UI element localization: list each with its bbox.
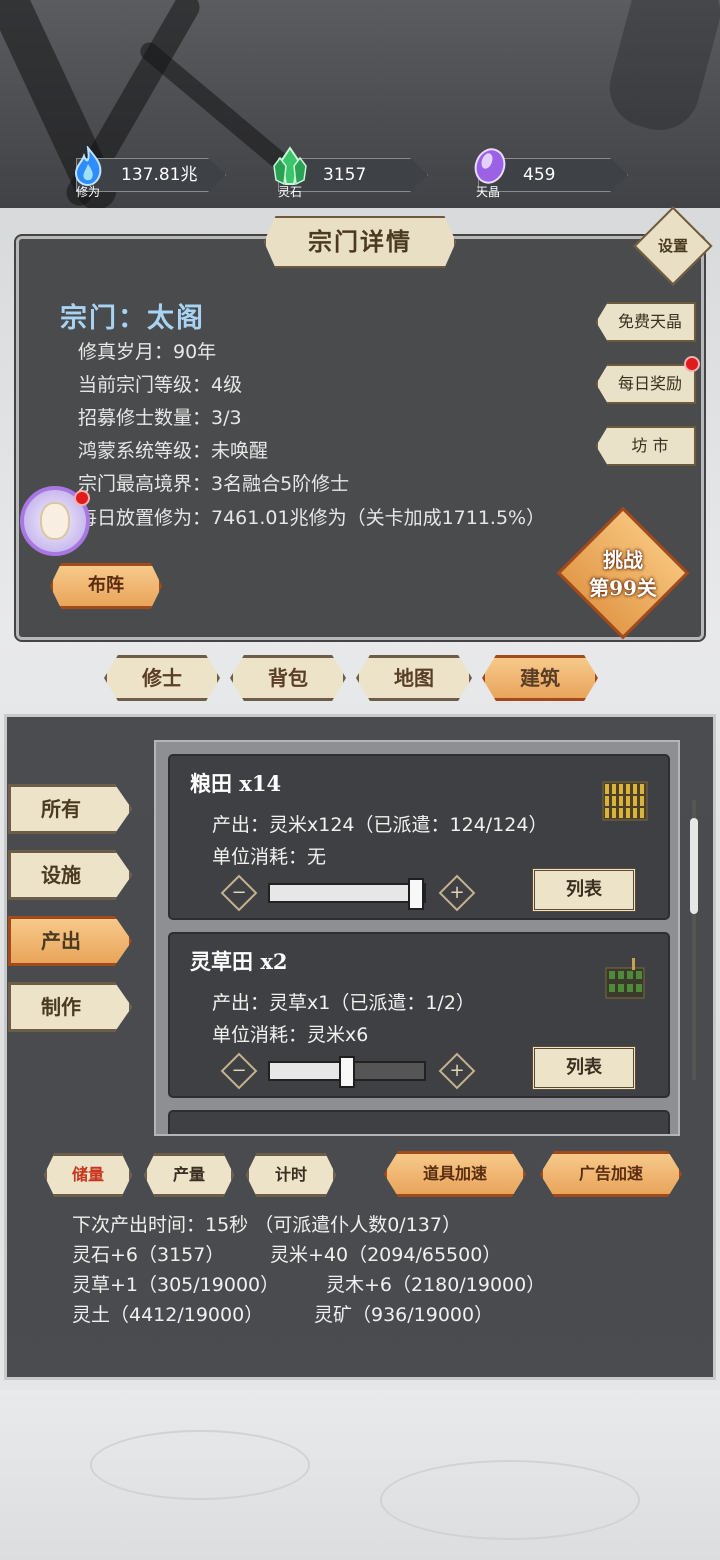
grain-field-icon (602, 781, 648, 821)
list-button[interactable]: 列表 (532, 868, 636, 912)
building-list[interactable]: 粮田 x14 产出：灵米x124（已派遣：124/124） 单位消耗：无 − +… (154, 740, 680, 1136)
slider-thumb[interactable] (339, 1056, 355, 1088)
ad-speedup-button[interactable]: 广告加速 (540, 1151, 682, 1197)
decrease-button[interactable]: − (220, 1052, 258, 1090)
increase-button[interactable]: + (438, 874, 476, 912)
building-name: 灵草田 (190, 949, 253, 974)
tab-backpack[interactable]: 背包 (230, 655, 346, 701)
settings-label: 设置 (657, 237, 688, 255)
purple-gem-icon (474, 148, 506, 184)
daily-reward-button[interactable]: 每日奖励 (596, 364, 696, 404)
building-cost: 单位消耗：灵米x6 (212, 1024, 369, 1046)
spirit-stone-caption: 灵石 (278, 185, 303, 199)
market-button[interactable]: 坊 市 (596, 426, 696, 466)
stock-spirit-rice: 灵米+40（2094/65500） (270, 1244, 502, 1266)
building-name: 粮田 (190, 771, 232, 796)
info-years: 修真岁月：90年 (78, 341, 217, 363)
info-highest-realm: 宗门最高境界：3名融合5阶修士 (78, 473, 350, 495)
background-clouds (0, 1390, 720, 1560)
category-all[interactable]: 所有 (8, 784, 132, 834)
tab-cultivators[interactable]: 修士 (104, 655, 220, 701)
cloud-decoration (90, 1430, 310, 1500)
sect-name: 宗门：太阁 (60, 303, 205, 334)
notification-dot (684, 356, 700, 372)
building-title: 粮田 x14 (190, 768, 281, 798)
blue-flame-icon (74, 146, 102, 186)
output-tab[interactable]: 产量 (144, 1153, 234, 1197)
info-sect-level: 当前宗门等级：4级 (78, 374, 243, 396)
cultivation-value: 137.81兆 (121, 165, 198, 185)
free-crystal-button[interactable]: 免费天晶 (596, 302, 696, 342)
slider-fill (270, 1063, 347, 1079)
challenge-stage: 第99关 (589, 576, 657, 600)
minus-icon: − (231, 882, 247, 903)
category-facilities[interactable]: 设施 (8, 850, 132, 900)
herb-field-icon (605, 958, 645, 999)
slider-fill (270, 885, 416, 901)
stock-spirit-herb: 灵草+1（305/19000） (72, 1274, 280, 1296)
category-crafting[interactable]: 制作 (8, 982, 132, 1032)
panel-title: 宗门详情 (264, 216, 456, 268)
building-output: 产出：灵草x1（已派遣：1/2） (212, 992, 475, 1014)
tab-buildings[interactable]: 建筑 (482, 655, 598, 701)
spirit-stone-value: 3157 (323, 165, 367, 185)
building-card-grain-field: 粮田 x14 产出：灵米x124（已派遣：124/124） 单位消耗：无 − +… (168, 754, 670, 920)
formation-button[interactable]: 布阵 (50, 563, 162, 609)
storage-tab[interactable]: 储量 (44, 1153, 132, 1197)
building-title: 灵草田 x2 (190, 946, 287, 976)
building-cost: 单位消耗：无 (212, 846, 327, 868)
building-card-partial (168, 1110, 670, 1134)
challenge-label: 挑战 第99关 (566, 546, 680, 602)
minus-icon: − (231, 1060, 247, 1081)
plus-icon: + (449, 1060, 465, 1081)
stock-spirit-ore: 灵矿（936/19000） (314, 1304, 494, 1326)
heaven-crystal-caption: 天晶 (476, 185, 501, 199)
stock-spirit-wood: 灵木+6（2180/19000） (326, 1274, 546, 1296)
timer-tab[interactable]: 计时 (246, 1153, 336, 1197)
info-daily-idle: 每日放置修为：7461.01兆修为（关卡加成1711.5%） (78, 507, 546, 529)
cultivation-caption: 修为 (76, 185, 101, 199)
info-recruit-count: 招募修士数量：3/3 (78, 407, 242, 429)
green-crystal-icon (273, 146, 307, 186)
slider-thumb[interactable] (408, 878, 424, 910)
plus-icon: + (449, 882, 465, 903)
challenge-label-line1: 挑战 (603, 548, 643, 572)
next-output-time: 下次产出时间：15秒 （可派遣仆人数0/137） (72, 1214, 461, 1236)
tab-map[interactable]: 地图 (356, 655, 472, 701)
assign-slider[interactable] (268, 878, 426, 910)
info-hongmeng-level: 鸿蒙系统等级：未唤醒 (78, 440, 269, 462)
category-production[interactable]: 产出 (8, 916, 132, 966)
cloud-decoration (380, 1460, 640, 1540)
decrease-button[interactable]: − (220, 874, 258, 912)
stock-spirit-stone: 灵石+6（3157） (72, 1244, 225, 1266)
avatar-face (40, 502, 70, 540)
notification-dot (74, 490, 90, 506)
building-count: x14 (239, 771, 282, 796)
stock-spirit-soil: 灵土（4412/19000） (72, 1304, 264, 1326)
item-speedup-button[interactable]: 道具加速 (384, 1151, 526, 1197)
assign-slider[interactable] (268, 1056, 426, 1088)
list-button[interactable]: 列表 (532, 1046, 636, 1090)
tree-branch-decoration (600, 0, 720, 139)
building-card-herb-field: 灵草田 x2 产出：灵草x1（已派遣：1/2） 单位消耗：灵米x6 − + 列表 (168, 932, 670, 1098)
building-count: x2 (260, 949, 288, 974)
increase-button[interactable]: + (438, 1052, 476, 1090)
heaven-crystal-value: 459 (523, 165, 556, 185)
scrollbar[interactable] (690, 818, 698, 914)
building-output: 产出：灵米x124（已派遣：124/124） (212, 814, 548, 836)
